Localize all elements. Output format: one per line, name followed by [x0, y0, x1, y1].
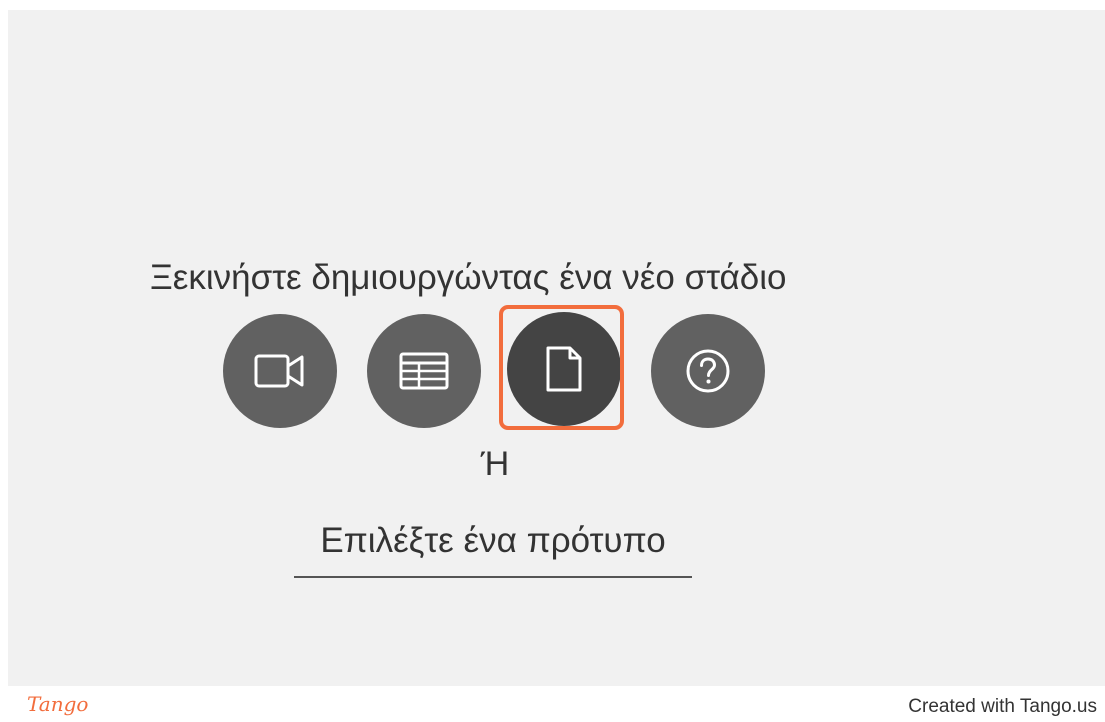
- video-stage-button[interactable]: [223, 314, 337, 428]
- table-stage-button[interactable]: [367, 314, 481, 428]
- video-camera-icon: [254, 354, 304, 388]
- or-separator: Ή: [480, 445, 510, 483]
- table-icon: [399, 352, 449, 390]
- choose-template-link[interactable]: Επιλέξτε ένα πρότυπο: [294, 518, 692, 578]
- document-stage-button[interactable]: [507, 312, 621, 426]
- create-stage-heading: Ξεκινήστε δημιουργώντας ένα νέο στάδιο: [150, 258, 787, 297]
- footer-bar: Tango Created with Tango.us: [0, 686, 1105, 722]
- document-icon: [546, 346, 582, 392]
- tango-logo: Tango: [27, 692, 89, 716]
- help-stage-button[interactable]: [651, 314, 765, 428]
- question-mark-icon: [686, 349, 730, 393]
- created-with-credit: Created with Tango.us: [908, 696, 1097, 717]
- screenshot-frame: Ξεκινήστε δημιουργώντας ένα νέο στάδιο Ή: [0, 0, 1105, 722]
